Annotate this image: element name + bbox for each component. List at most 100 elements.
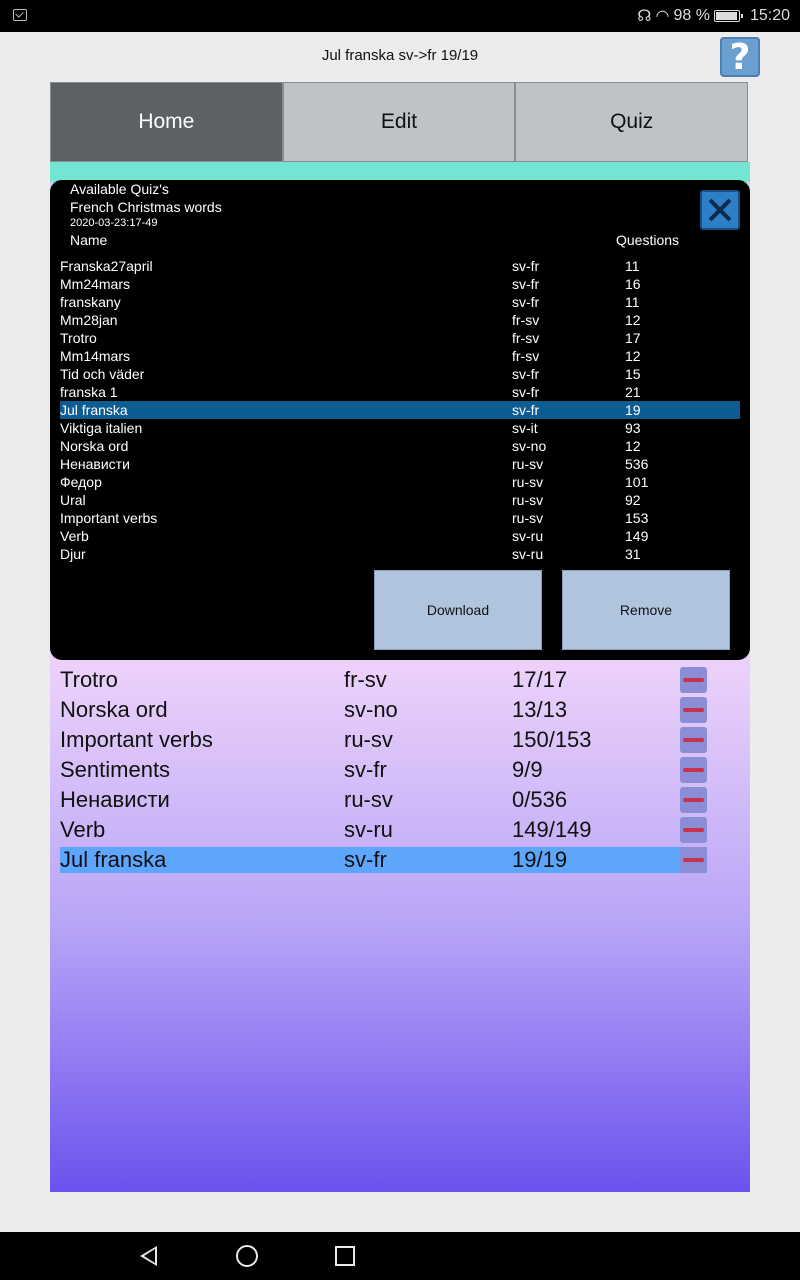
quiz-name: Trotro (60, 330, 97, 346)
available-quiz-row[interactable]: Norska ord sv-no 12 (60, 437, 740, 455)
quiz-language: sv-fr (344, 757, 387, 782)
quiz-question-count: 16 (625, 276, 641, 292)
quiz-list-item[interactable]: Sentiments sv-fr 9/9 (60, 757, 707, 783)
status-bar: ☊ ◠ 98 % 15:20 (0, 0, 800, 32)
status-icons: ☊ ◠ 98 % 15:20 (637, 0, 790, 32)
quiz-name: Jul franska (60, 847, 167, 872)
remove-quiz-minus-icon[interactable] (680, 697, 707, 723)
quiz-language: ru-sv (344, 787, 393, 812)
remove-quiz-minus-icon[interactable] (680, 817, 707, 843)
question-mark-icon: ? (729, 36, 751, 78)
close-icon[interactable] (700, 190, 740, 230)
available-quiz-row[interactable]: Tid och väder sv-fr 15 (60, 365, 740, 383)
quiz-score: 13/13 (512, 697, 568, 722)
available-quiz-row[interactable]: Djur sv-ru 31 (60, 545, 740, 563)
quiz-score: 0/536 (512, 787, 568, 812)
clock: 15:20 (749, 7, 790, 24)
headphones-icon: ☊ (637, 8, 652, 25)
quiz-question-count: 12 (625, 348, 641, 364)
quiz-question-count: 11 (625, 258, 640, 274)
quiz-name: Norska ord (60, 697, 168, 722)
tab-quiz[interactable]: Quiz (515, 82, 749, 162)
quiz-language: sv-it (512, 420, 538, 436)
available-quiz-row[interactable]: Mm24mars sv-fr 16 (60, 275, 740, 293)
available-quiz-row[interactable]: Mm14mars fr-sv 12 (60, 347, 740, 365)
quiz-name: Mm28jan (60, 312, 118, 328)
quiz-question-count: 19 (625, 402, 641, 418)
remove-quiz-minus-icon[interactable] (680, 727, 707, 753)
quiz-name: Important verbs (60, 727, 213, 752)
quiz-name: Djur (60, 546, 86, 562)
quiz-name: Tid och väder (60, 366, 145, 382)
quiz-list-item[interactable]: Trotro fr-sv 17/17 (60, 667, 707, 693)
quiz-language: fr-sv (512, 330, 540, 346)
help-button[interactable]: ? (720, 36, 760, 78)
available-quiz-row[interactable]: franska 1 sv-fr 21 (60, 383, 740, 401)
quiz-name: Franska27april (60, 258, 153, 274)
quiz-question-count: 12 (625, 438, 641, 454)
quiz-name: Trotro (60, 667, 118, 692)
available-quiz-row[interactable]: Important verbs ru-sv 153 (60, 509, 740, 527)
quiz-language: ru-sv (512, 474, 544, 490)
quiz-name: franskany (60, 294, 121, 310)
available-quiz-row[interactable]: Ural ru-sv 92 (60, 491, 740, 509)
quiz-language: sv-ru (344, 817, 393, 842)
quiz-language: sv-no (512, 438, 547, 454)
quiz-list-item[interactable]: Important verbs ru-sv 150/153 (60, 727, 707, 753)
quiz-language: sv-ru (512, 546, 544, 562)
available-quiz-row[interactable]: Trotro fr-sv 17 (60, 329, 740, 347)
quiz-list-item[interactable]: Jul franska sv-fr 19/19 (60, 847, 707, 873)
quiz-language: sv-ru (512, 528, 544, 544)
quiz-question-count: 101 (625, 474, 649, 490)
quiz-name: Viktiga italien (60, 420, 143, 436)
download-button[interactable]: Download (374, 570, 542, 650)
quiz-language: sv-fr (512, 258, 540, 274)
quiz-question-count: 12 (625, 312, 641, 328)
quiz-question-count: 31 (625, 546, 641, 562)
quiz-score: 149/149 (512, 817, 592, 842)
quiz-language: sv-fr (512, 294, 540, 310)
quiz-name: Jul franska (60, 402, 128, 418)
quiz-score: 9/9 (512, 757, 543, 782)
remove-quiz-minus-icon[interactable] (680, 757, 707, 783)
quiz-name: Verb (60, 528, 89, 544)
recent-apps-icon[interactable] (335, 1246, 355, 1266)
tab-home[interactable]: Home (50, 82, 283, 162)
quiz-list-item[interactable]: Ненависти ru-sv 0/536 (60, 787, 707, 813)
quiz-language: sv-fr (512, 366, 540, 382)
battery-percent: 98 % (673, 7, 710, 24)
quiz-language: sv-no (344, 697, 398, 722)
home-icon[interactable] (236, 1245, 258, 1267)
quiz-language: sv-fr (344, 847, 387, 872)
available-quiz-row[interactable]: Verb sv-ru 149 (60, 527, 740, 545)
quiz-language: ru-sv (512, 456, 544, 472)
battery-icon (713, 10, 743, 22)
quiz-list-item[interactable]: Norska ord sv-no 13/13 (60, 697, 707, 723)
available-quiz-row[interactable]: Федор ru-sv 101 (60, 473, 740, 491)
dialog-date: 2020-03-23:17-49 (70, 217, 158, 229)
available-quiz-row[interactable]: Franska27april sv-fr 11 (60, 257, 740, 275)
quiz-name: franska 1 (60, 384, 118, 400)
quiz-language: fr-sv (344, 667, 387, 692)
wifi-icon: ◠ (655, 8, 670, 25)
available-quiz-row[interactable]: Jul franska sv-fr 19 (60, 401, 740, 419)
available-quiz-row[interactable]: Mm28jan fr-sv 12 (60, 311, 740, 329)
quiz-question-count: 536 (625, 456, 649, 472)
quiz-question-count: 93 (625, 420, 641, 436)
available-quiz-row[interactable]: Ненависти ru-sv 536 (60, 455, 740, 473)
back-icon[interactable] (140, 1246, 157, 1266)
dialog-title: Available Quiz's (70, 181, 169, 197)
quiz-language: fr-sv (512, 312, 540, 328)
quiz-list-item[interactable]: Verb sv-ru 149/149 (60, 817, 707, 843)
remove-quiz-minus-icon[interactable] (680, 847, 707, 873)
remove-quiz-minus-icon[interactable] (680, 787, 707, 813)
quiz-language: fr-sv (512, 348, 540, 364)
quiz-question-count: 149 (625, 528, 649, 544)
available-quiz-row[interactable]: Viktiga italien sv-it 93 (60, 419, 740, 437)
quiz-question-count: 15 (625, 366, 641, 382)
quiz-question-count: 21 (625, 384, 641, 400)
tab-edit[interactable]: Edit (282, 82, 516, 162)
remove-button[interactable]: Remove (562, 570, 730, 650)
available-quiz-row[interactable]: franskany sv-fr 11 (60, 293, 740, 311)
remove-quiz-minus-icon[interactable] (680, 667, 707, 693)
